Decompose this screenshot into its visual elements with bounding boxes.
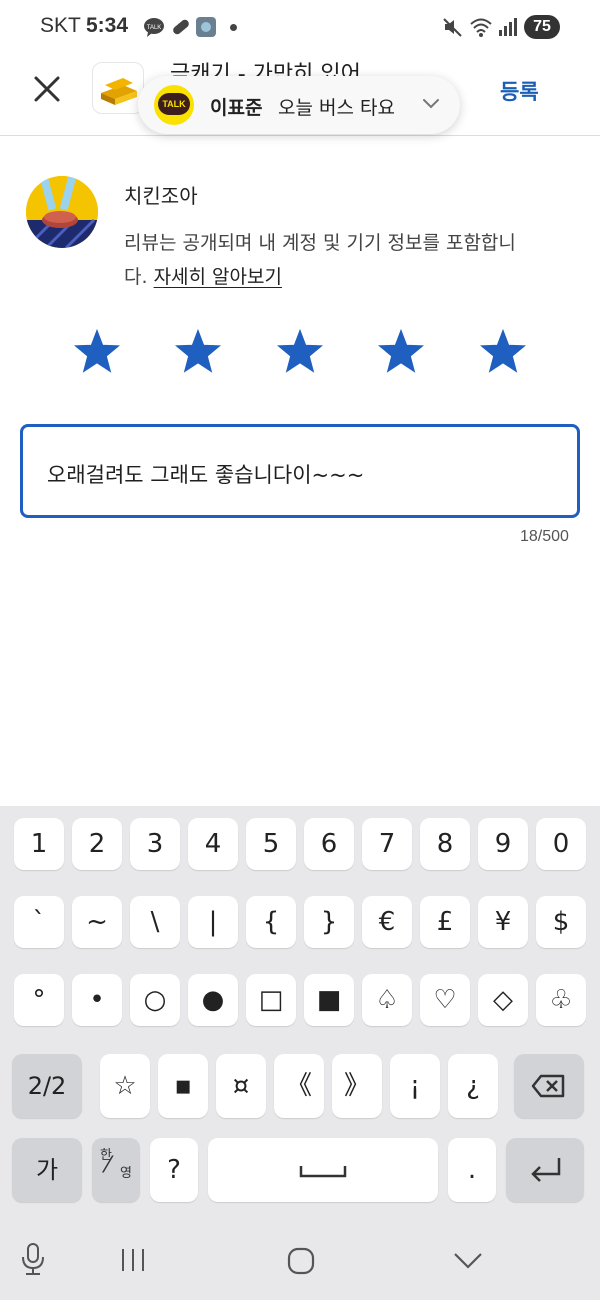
recent-apps-icon[interactable] <box>118 1246 148 1274</box>
key-row2-10[interactable]: $ <box>536 896 586 948</box>
star-1-icon[interactable] <box>73 328 121 376</box>
key-row1-9[interactable]: 9 <box>478 818 528 870</box>
key-row1-5[interactable]: 5 <box>246 818 296 870</box>
key-row1-6[interactable]: 6 <box>304 818 354 870</box>
key-row3-5[interactable]: □ <box>246 974 296 1026</box>
symbol-keyboard: 2/2 가 한 ⁄ 영 ? . 1 2 3 4 5 6 7 8 9 0 ` ~ \ |{} € £ ¥ $ ° • ○ ●… <box>0 806 600 1300</box>
close-icon[interactable] <box>28 70 66 108</box>
notification-sender: 이표준 <box>210 97 263 119</box>
page-toggle-key[interactable]: 2/2 <box>12 1054 82 1118</box>
key-row3-6[interactable]: ■ <box>304 974 354 1026</box>
key-row1-8[interactable]: 8 <box>420 818 470 870</box>
key-row2-1[interactable]: ` <box>14 896 64 948</box>
avatar <box>26 176 98 248</box>
pill-icon <box>173 19 189 35</box>
star-rating[interactable] <box>0 328 600 388</box>
star-3-icon[interactable] <box>276 328 324 376</box>
signal-icon <box>499 18 517 36</box>
key-row1-3[interactable]: 3 <box>130 818 180 870</box>
space-bar-icon <box>299 1166 347 1178</box>
key-row3-3[interactable]: ○ <box>130 974 180 1026</box>
key-row3-1[interactable]: ° <box>14 974 64 1026</box>
key-row2-4[interactable]: | <box>188 896 238 948</box>
star-5-icon[interactable] <box>479 328 527 376</box>
key-row4-7[interactable]: ¿ <box>448 1054 498 1118</box>
app-icon <box>92 62 144 114</box>
question-key[interactable]: ? <box>150 1138 198 1202</box>
back-icon[interactable] <box>452 1250 484 1272</box>
message-notification[interactable]: TALK 이표준 오늘 버스 타요 <box>138 76 460 134</box>
clock: 5:34 <box>86 14 129 37</box>
key-row2-9[interactable]: ¥ <box>478 896 528 948</box>
enter-key[interactable] <box>506 1138 584 1202</box>
key-row3-9[interactable]: ◇ <box>478 974 528 1026</box>
backspace-icon <box>531 1074 565 1098</box>
chevron-down-icon[interactable] <box>422 97 440 111</box>
key-row3-7[interactable]: ♤ <box>362 974 412 1026</box>
language-switch-key[interactable]: 한 ⁄ 영 <box>92 1138 140 1202</box>
character-counter: 18/500 <box>520 528 569 545</box>
key-row2-8[interactable]: £ <box>420 896 470 948</box>
notification-message: 오늘 버스 타요 <box>278 97 395 119</box>
key-row3-8[interactable]: ♡ <box>420 974 470 1026</box>
home-icon[interactable] <box>286 1246 316 1276</box>
mute-icon <box>443 18 462 37</box>
enter-icon <box>531 1158 561 1182</box>
wifi-icon <box>470 18 492 37</box>
key-row1-2[interactable]: 2 <box>72 818 122 870</box>
carrier-label: SKT <box>40 14 81 37</box>
key-row2-2[interactable]: ~ <box>72 896 122 948</box>
learn-more-link[interactable]: 자세히 알아보기 <box>154 266 282 288</box>
key-row4-4[interactable]: 《 <box>274 1054 324 1118</box>
game-app-icon <box>196 17 216 37</box>
key-row4-5[interactable]: 》 <box>332 1054 382 1118</box>
key-row1-1[interactable]: 1 <box>14 818 64 870</box>
key-row3-2[interactable]: • <box>72 974 122 1026</box>
review-disclaimer: 리뷰는 공개되며 내 계정 및 기기 정보를 포함합니다. 자세히 알아보기 <box>124 226 524 294</box>
star-4-icon[interactable] <box>377 328 425 376</box>
key-row2-5[interactable]: { <box>246 896 296 948</box>
talk-icon: TALK <box>144 18 164 37</box>
more-notifications-dot <box>230 24 237 31</box>
key-row2-7[interactable]: € <box>362 896 412 948</box>
kakaotalk-icon: TALK <box>154 85 194 125</box>
review-text: 오래걸려도 그래도 좋습니다이~~~ <box>47 463 365 487</box>
key-row2-6[interactable]: } <box>304 896 354 948</box>
key-row4-6[interactable]: ¡ <box>390 1054 440 1118</box>
key-row4-3[interactable]: ¤ <box>216 1054 266 1118</box>
key-row3-10[interactable]: ♧ <box>536 974 586 1026</box>
microphone-icon[interactable] <box>20 1242 46 1278</box>
key-row4-1[interactable]: ☆ <box>100 1054 150 1118</box>
star-2-icon[interactable] <box>174 328 222 376</box>
svg-text:TALK: TALK <box>147 25 162 31</box>
navigation-bar <box>0 1228 600 1300</box>
status-bar: SKT 5:34 TALK 75 <box>0 0 600 56</box>
key-row1-7[interactable]: 7 <box>362 818 412 870</box>
reviewer-name: 치킨조아 <box>124 184 198 208</box>
backspace-key[interactable] <box>514 1054 584 1118</box>
key-row4-2[interactable]: ▪ <box>158 1054 208 1118</box>
key-row3-4[interactable]: ● <box>188 974 238 1026</box>
battery-level: 75 <box>524 15 560 39</box>
language-key[interactable]: 가 <box>12 1138 82 1202</box>
key-row1-10[interactable]: 0 <box>536 818 586 870</box>
period-key[interactable]: . <box>448 1138 496 1202</box>
space-key[interactable] <box>208 1138 438 1202</box>
key-row1-4[interactable]: 4 <box>188 818 238 870</box>
key-row2-3[interactable]: \ <box>130 896 180 948</box>
submit-button[interactable]: 등록 <box>500 76 539 106</box>
review-input[interactable]: 오래걸려도 그래도 좋습니다이~~~ <box>20 424 580 518</box>
